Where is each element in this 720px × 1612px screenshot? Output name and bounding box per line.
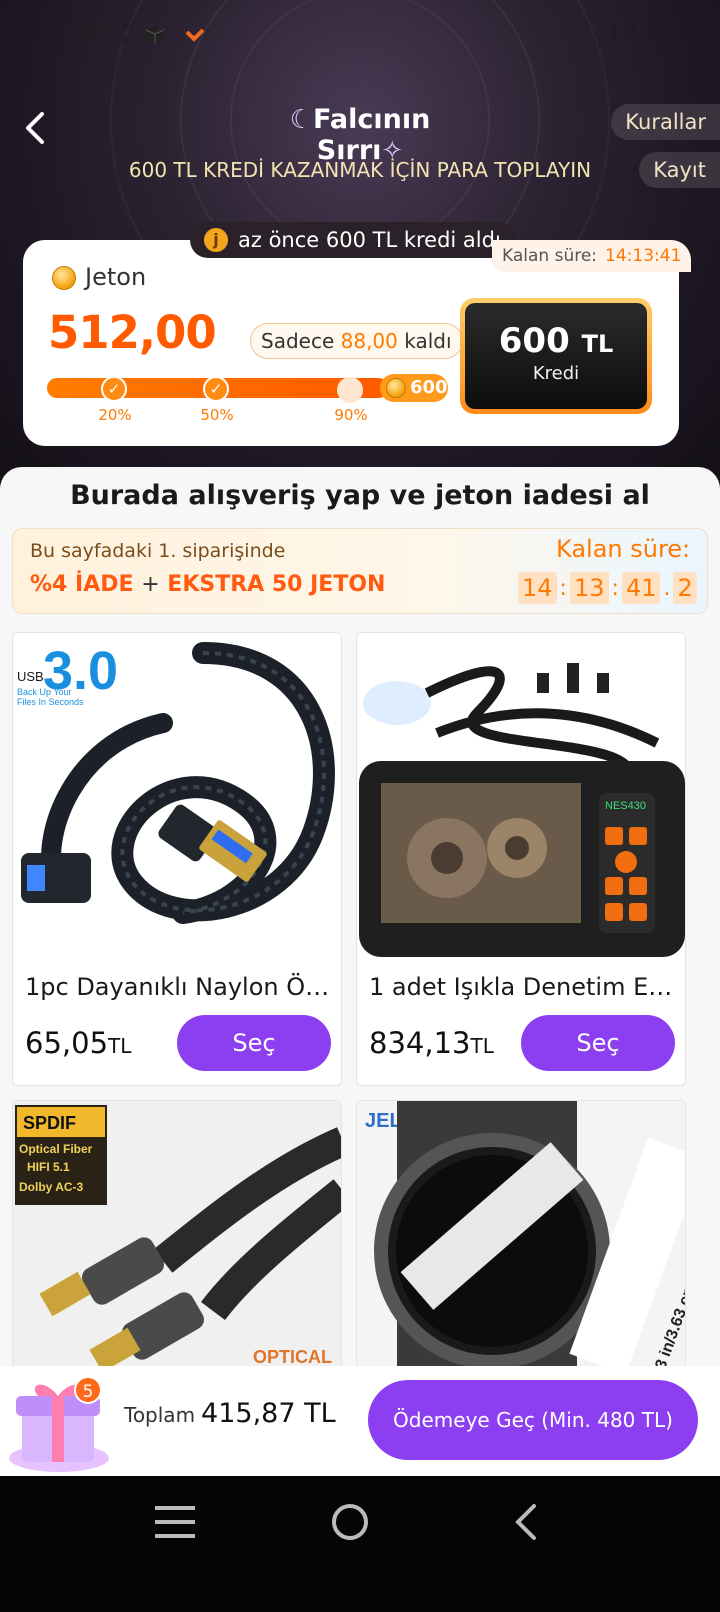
box-icon <box>145 26 165 44</box>
smartwatch-image: JELLOO 1.43 in/3.63 cm AMOLED <box>357 1101 685 1399</box>
menu-icon[interactable] <box>155 1504 195 1540</box>
promo-line-2: %4 İADE + EKSTRA 50 JETON <box>30 572 386 597</box>
product-card[interactable]: JELLOO 1.43 in/3.63 cm AMOLED <box>356 1100 686 1400</box>
record-button[interactable]: Kayıt <box>639 152 720 188</box>
milestone-label: 50% <box>200 406 234 424</box>
product-price: 65,05TL <box>25 1026 132 1060</box>
product-name: 1pc Dayanıklı Naylon Örgülü USB 3.0 Uzat… <box>25 973 333 1001</box>
status-bar: 18:52 18:58 <box>0 16 720 56</box>
coin-icon <box>52 266 76 290</box>
svg-text:NES430: NES430 <box>605 800 646 812</box>
jeton-label: Jeton <box>85 263 147 291</box>
svg-text:USB: USB <box>17 669 44 684</box>
svg-text:Dolby AC-3: Dolby AC-3 <box>19 1180 84 1194</box>
endoscope-camera-image: NES430 <box>357 633 685 963</box>
status-right: 18:58 <box>606 20 680 45</box>
jeton-balance: 512,00 <box>48 306 217 359</box>
coin-icon <box>386 378 406 398</box>
back-arrow-icon[interactable] <box>20 108 50 148</box>
svg-text:SPDIF: SPDIF <box>23 1113 76 1133</box>
promo-line-1: Bu sayfadaki 1. siparişinde <box>30 540 286 562</box>
milestone-label: 20% <box>98 406 132 424</box>
home-icon[interactable] <box>330 1502 370 1542</box>
coin-j-icon: j <box>204 228 228 252</box>
product-card[interactable]: SPDIF Optical Fiber HIFI 5.1 Dolby AC-3 … <box>12 1100 342 1400</box>
select-button[interactable]: Seç <box>521 1015 675 1071</box>
moon-icon: ☾ <box>289 105 313 135</box>
promo-timer-label: Kalan süre: <box>556 535 691 563</box>
status-time: 18:52 <box>64 20 137 49</box>
svg-text:Files In Seconds: Files In Seconds <box>17 697 84 707</box>
remaining-amount: Sadece 88,00 kaldı <box>250 323 463 359</box>
product-price: 834,13TL <box>369 1026 494 1060</box>
product-card[interactable]: NES430 1 adet Işıkla Denetim Endoskop Ka… <box>356 632 686 1086</box>
svg-text:OPTICAL: OPTICAL <box>253 1347 332 1367</box>
checkout-button[interactable]: Ödemeye Geç (Min. 480 TL) <box>368 1380 698 1460</box>
milestone-check-icon: ✓ <box>101 376 127 402</box>
order-total: Toplam 415,87 TL <box>124 1398 336 1429</box>
rules-button[interactable]: Kurallar <box>611 104 720 140</box>
milestone-dot <box>337 377 363 403</box>
milestone-check-icon: ✓ <box>203 376 229 402</box>
svg-text:Optical Fiber: Optical Fiber <box>19 1142 93 1156</box>
page-subtitle: 600 TL KREDİ KAZANMAK İÇİN PARA TOPLAYIN <box>128 158 592 182</box>
product-card[interactable]: USB 3.0 Back Up Your Files In Seconds 1p… <box>12 632 342 1086</box>
svg-text:HIFI 5.1: HIFI 5.1 <box>27 1160 70 1174</box>
page-title: ☾Falcının Sırrı✧ <box>289 104 431 166</box>
back-nav-icon[interactable] <box>512 1502 542 1542</box>
svg-text:Back Up Your: Back Up Your <box>17 687 72 697</box>
shop-title: Burada alışveriş yap ve jeton iadesi al <box>70 480 650 511</box>
promo-countdown: 14: 13: 41. 2 <box>518 572 697 604</box>
system-nav-bar <box>0 1476 720 1612</box>
notice-text: az önce 600 TL kredi aldı <box>238 228 501 252</box>
reward-card: 600 TL Kredi <box>460 298 652 414</box>
milestone-label: 90% <box>334 406 368 424</box>
card-timer: Kalan süre: 14:13:41 <box>492 240 692 272</box>
usb-cable-image: USB 3.0 Back Up Your Files In Seconds <box>13 633 341 963</box>
optical-cable-image: SPDIF Optical Fiber HIFI 5.1 Dolby AC-3 … <box>13 1101 341 1399</box>
app-notification-icon <box>185 28 205 42</box>
select-button[interactable]: Seç <box>177 1015 331 1071</box>
recent-winner-notice: j az önce 600 TL kredi aldı <box>190 222 517 258</box>
product-name: 1 adet Işıkla Denetim Endoskop Kamera <box>369 973 677 1001</box>
gift-count-badge: 5 <box>74 1376 102 1404</box>
